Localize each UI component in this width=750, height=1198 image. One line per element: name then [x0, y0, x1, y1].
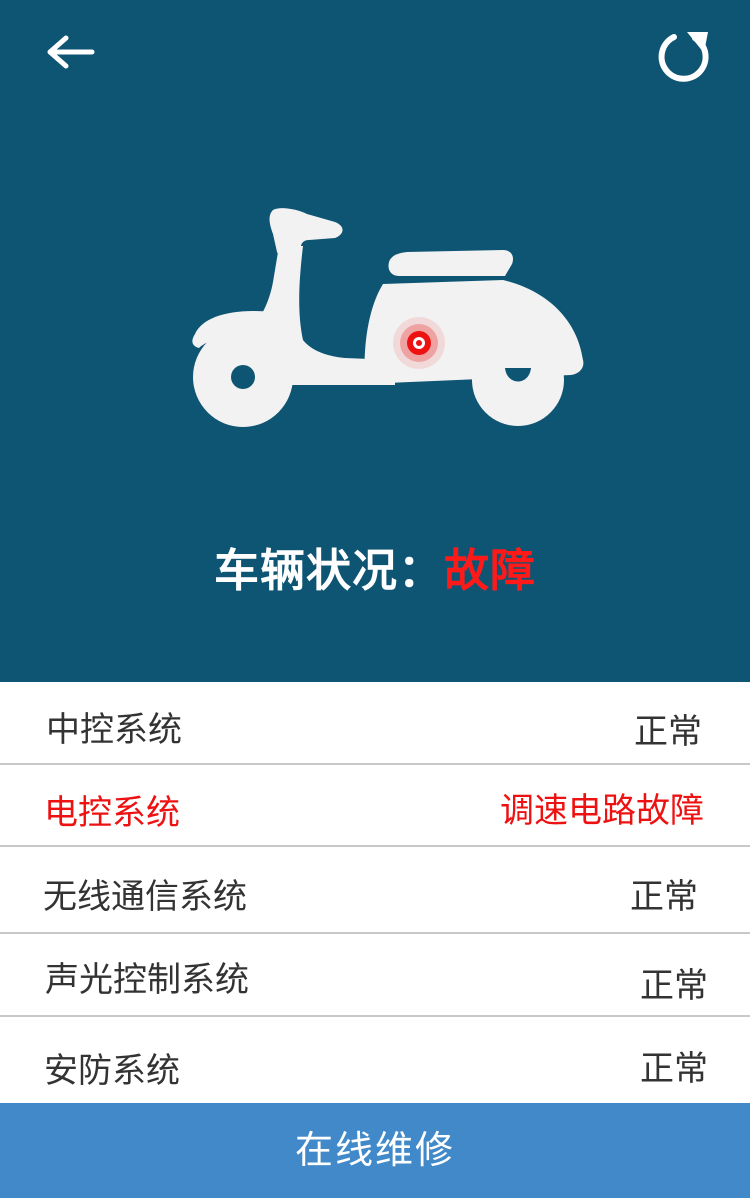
arrow-left-icon	[47, 35, 95, 69]
system-name: 安防系统	[44, 1051, 180, 1091]
system-status: 调速电路故障	[500, 791, 704, 831]
system-row-wireless-communication[interactable]: 无线通信系统 正常	[0, 847, 750, 934]
vehicle-status-label: 车辆状况：	[213, 544, 444, 597]
system-status: 正常	[640, 966, 708, 1006]
system-name: 电控系统	[44, 793, 180, 833]
scooter-icon	[192, 208, 584, 427]
refresh-button[interactable]	[650, 24, 718, 92]
system-name: 无线通信系统	[43, 877, 247, 917]
vehicle-status-panel: 车辆状况：故障	[0, 0, 750, 682]
back-button[interactable]	[38, 28, 102, 76]
system-status: 正常	[640, 1049, 708, 1089]
system-row-security[interactable]: 安防系统 正常	[0, 1017, 750, 1103]
system-status: 正常	[634, 712, 702, 752]
vehicle-status-text: 车辆状况：故障	[0, 534, 750, 599]
system-name: 声光控制系统	[45, 960, 249, 1000]
online-repair-button[interactable]: 在线维修	[0, 1103, 750, 1198]
system-row-sound-light-control[interactable]: 声光控制系统 正常	[0, 934, 750, 1017]
system-status: 正常	[630, 877, 698, 917]
system-row-central-control[interactable]: 中控系统 正常	[0, 682, 750, 765]
system-name: 中控系统	[46, 710, 182, 750]
refresh-icon	[658, 32, 709, 82]
system-row-electric-control[interactable]: 电控系统 调速电路故障	[0, 765, 750, 847]
vehicle-status-value: 故障	[444, 544, 537, 597]
fault-location-icon	[393, 317, 445, 369]
